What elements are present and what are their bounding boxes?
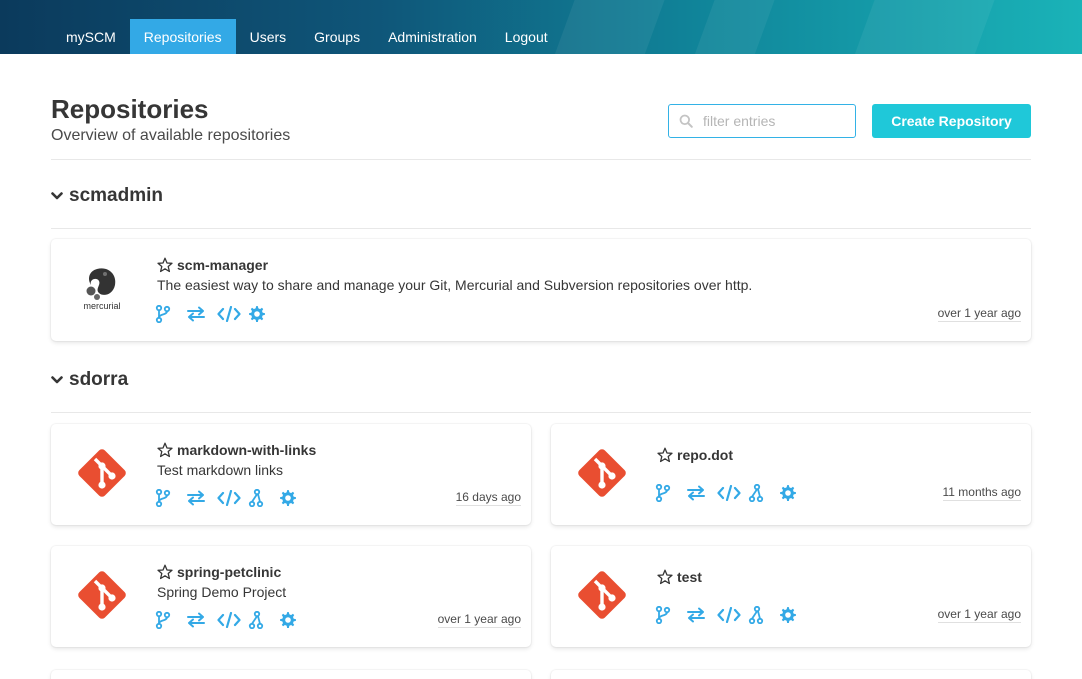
repo-date: over 1 year ago [937, 306, 1021, 322]
git-logo [573, 444, 631, 502]
repo-name[interactable]: spring-petclinic [177, 564, 281, 580]
create-repository-button[interactable]: Create Repository [872, 104, 1031, 138]
branches-icon[interactable] [155, 488, 186, 508]
filter-box [668, 104, 856, 138]
filter-input[interactable] [703, 113, 848, 129]
git-logo [73, 444, 131, 502]
page-subtitle: Overview of available repositories [51, 127, 291, 144]
repo-name[interactable]: repo.dot [677, 447, 733, 463]
nav-menu: mySCM Repositories Users Groups Administ… [52, 19, 562, 54]
settings-icon[interactable] [779, 605, 810, 625]
changesets-icon[interactable] [186, 488, 217, 508]
star-icon[interactable] [157, 564, 173, 580]
branches-icon[interactable] [655, 605, 686, 625]
pull-request-icon[interactable] [248, 488, 279, 508]
repo-description: Spring Demo Project [157, 584, 287, 600]
repo-date: over 1 year ago [937, 607, 1021, 623]
repo-card-repo-dot[interactable]: repo.dot 11 months ago [551, 424, 1031, 525]
repo-actions [655, 483, 810, 503]
repo-actions [155, 488, 310, 508]
chevron-down-icon [51, 373, 65, 387]
repo-name[interactable]: test [677, 569, 702, 585]
repo-card-spring-petclinic[interactable]: spring-petclinic Spring Demo Project ove… [51, 546, 531, 647]
branches-icon[interactable] [155, 610, 186, 630]
sources-icon[interactable] [717, 483, 748, 503]
group-header-scmadmin[interactable]: scmadmin [51, 185, 163, 207]
repo-description: The easiest way to share and manage your… [157, 277, 753, 293]
chevron-down-icon [51, 189, 65, 203]
repo-card-partial[interactable] [51, 670, 531, 679]
group-name: sdorra [69, 369, 129, 390]
mercurial-logo-text: mercurial [83, 301, 120, 311]
changesets-icon[interactable] [186, 304, 217, 324]
sources-icon[interactable] [217, 610, 248, 630]
git-logo [573, 566, 631, 624]
sources-icon[interactable] [717, 605, 748, 625]
top-navbar: mySCM Repositories Users Groups Administ… [0, 0, 1082, 54]
nav-item-users[interactable]: Users [236, 19, 301, 54]
nav-item-myscm[interactable]: mySCM [52, 19, 130, 54]
repo-date: 16 days ago [455, 490, 521, 506]
nav-item-logout[interactable]: Logout [491, 19, 562, 54]
changesets-icon[interactable] [686, 605, 717, 625]
repo-actions [155, 304, 279, 324]
branches-icon[interactable] [155, 304, 186, 324]
divider [51, 228, 1031, 229]
changesets-icon[interactable] [686, 483, 717, 503]
star-icon[interactable] [157, 257, 173, 273]
repo-actions [155, 610, 310, 630]
repo-card-partial[interactable] [551, 670, 1031, 679]
star-icon[interactable] [657, 447, 673, 463]
sources-icon[interactable] [217, 488, 248, 508]
repo-actions [655, 605, 810, 625]
repo-card-test[interactable]: test over 1 year ago [551, 546, 1031, 647]
branches-icon[interactable] [655, 483, 686, 503]
mercurial-logo: mercurial [73, 259, 131, 317]
settings-icon[interactable] [248, 304, 279, 324]
repo-description: Test markdown links [157, 462, 284, 478]
divider [51, 159, 1031, 160]
repo-name[interactable]: markdown-with-links [177, 442, 316, 458]
settings-icon[interactable] [779, 483, 810, 503]
nav-item-repositories[interactable]: Repositories [129, 19, 236, 54]
star-icon[interactable] [657, 569, 673, 585]
group-name: scmadmin [69, 185, 163, 206]
pull-request-icon[interactable] [748, 483, 779, 503]
search-icon [669, 105, 703, 137]
divider [51, 412, 1031, 413]
group-header-sdorra[interactable]: sdorra [51, 369, 128, 391]
pull-request-icon[interactable] [748, 605, 779, 625]
page-title: Repositories [51, 94, 209, 124]
sources-icon[interactable] [217, 304, 248, 324]
star-icon[interactable] [157, 442, 173, 458]
nav-item-administration[interactable]: Administration [374, 19, 491, 54]
repo-date: over 1 year ago [437, 612, 521, 628]
repo-name[interactable]: scm-manager [177, 257, 268, 273]
repo-date: 11 months ago [942, 485, 1021, 501]
settings-icon[interactable] [279, 488, 310, 508]
repo-card-markdown-with-links[interactable]: markdown-with-links Test markdown links … [51, 424, 531, 525]
git-logo [73, 566, 131, 624]
repo-card-scm-manager[interactable]: mercurial scm-manager The easiest way to… [51, 239, 1031, 341]
settings-icon[interactable] [279, 610, 310, 630]
changesets-icon[interactable] [186, 610, 217, 630]
pull-request-icon[interactable] [248, 610, 279, 630]
nav-item-groups[interactable]: Groups [300, 19, 374, 54]
